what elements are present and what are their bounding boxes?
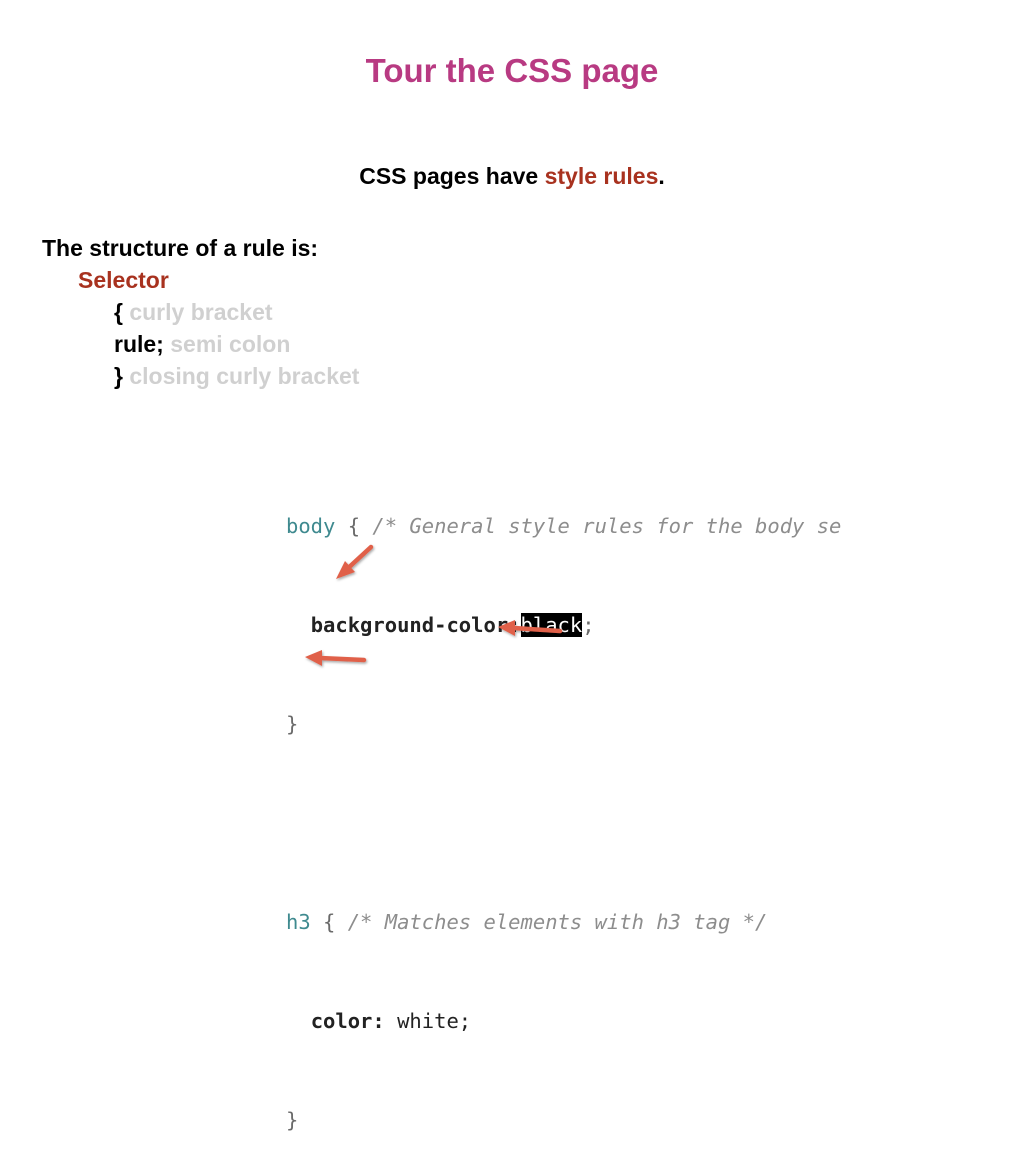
code-comment-2: /* Matches elements with h3 tag */	[347, 910, 768, 934]
structure-open-line: { curly bracket	[42, 296, 359, 328]
code-property-color: color:	[310, 1009, 385, 1033]
code-close-brace-1: }	[286, 712, 299, 736]
open-brace-hint: curly bracket	[122, 299, 273, 325]
structure-selector: Selector	[78, 267, 169, 293]
code-line-5: h3 { /* Matches elements with h3 tag */	[286, 906, 841, 939]
structure-rule-line: rule; semi colon	[42, 328, 359, 360]
code-selector-h3: h3	[286, 910, 311, 934]
open-brace-symbol: {	[114, 299, 123, 325]
code-line-7: }	[286, 1104, 841, 1137]
code-close-brace-2: }	[286, 1108, 299, 1132]
code-open-brace-2: {	[310, 910, 348, 934]
code-comment-1: /* General style rules for the body se	[372, 514, 842, 538]
rule-structure-list: The structure of a rule is: Selector { c…	[42, 232, 359, 392]
code-value-white: white;	[384, 1009, 472, 1033]
code-value-black: black	[520, 613, 583, 637]
close-brace-symbol: }	[114, 363, 123, 389]
rule-hint: semi colon	[163, 331, 291, 357]
structure-heading: The structure of a rule is:	[42, 235, 319, 261]
code-semicolon-2: ;	[582, 613, 595, 637]
slide-subtitle: CSS pages have style rules.	[0, 163, 1024, 190]
code-property-background: background-color:	[310, 613, 521, 637]
code-line-1: body { /* General style rules for the bo…	[286, 510, 841, 543]
code-line-6: color: white;	[286, 1005, 841, 1038]
css-code-sample: body { /* General style rules for the bo…	[286, 444, 841, 1170]
code-line-2: background-color:black;	[286, 609, 841, 642]
rule-symbol: rule;	[114, 331, 164, 357]
subtitle-prefix: CSS pages have	[359, 163, 545, 189]
code-open-brace-1: {	[335, 514, 373, 538]
subtitle-highlight: style rules	[544, 163, 659, 189]
slide-title: Tour the CSS page	[365, 52, 659, 89]
code-selector-body: body	[286, 514, 336, 538]
structure-close-line: } closing curly bracket	[42, 360, 359, 392]
close-brace-hint: closing curly bracket	[122, 363, 360, 389]
code-indent-6	[286, 1009, 311, 1033]
code-line-3: }	[286, 708, 841, 741]
subtitle-suffix: .	[658, 163, 665, 189]
code-indent-2	[286, 613, 311, 637]
